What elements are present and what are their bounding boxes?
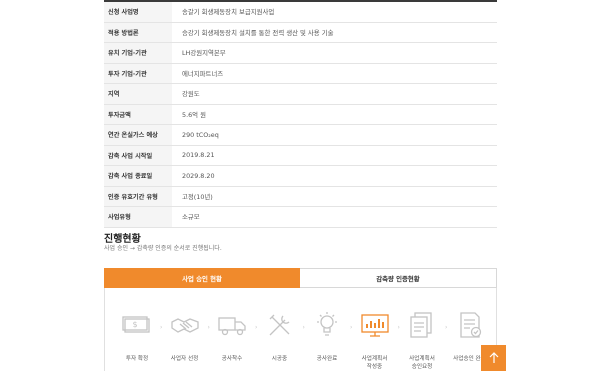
info-row-value: LH강원지역본부 bbox=[182, 49, 226, 58]
info-row-label: 감축 사업 종료일 bbox=[104, 166, 172, 186]
info-row-value: 고정(10년) bbox=[182, 192, 213, 201]
info-row-value: 승강기 회생제동장치 설치를 통한 전력 생산 및 사용 기술 bbox=[182, 28, 334, 37]
project-info-table: 신청 사업명 송갈기 회생제동장치 보급지원사업적용 방법론 승강기 회생제동장치 … bbox=[104, 0, 497, 228]
progress-step-label: 사업계획서 승인요청 bbox=[409, 356, 435, 370]
truck-icon bbox=[217, 310, 247, 344]
info-row: 적용 방법론 승강기 회생제동장치 설치를 통한 전력 생산 및 사용 기술 bbox=[104, 22, 497, 43]
progress-step-label: 사업계획서 작성중 bbox=[361, 356, 388, 370]
info-row-value: 2029.8.20 bbox=[182, 171, 215, 180]
progress-step: 공사착수 bbox=[212, 310, 252, 363]
progress-step-label: 공사완료 bbox=[316, 356, 338, 362]
tab-reduction-certification[interactable]: 감축량 인증현황 bbox=[300, 268, 497, 288]
info-row-label: 감축 사업 시작일 bbox=[104, 145, 172, 165]
document-check-icon bbox=[455, 310, 485, 344]
progress-step-label: 공사착수 bbox=[221, 356, 243, 362]
progress-step: 사업계획서 승인요청 bbox=[402, 310, 442, 371]
info-row: 신청 사업명 송갈기 회생제동장치 보급지원사업 bbox=[104, 2, 497, 23]
info-row-value: 송갈기 회생제동장치 보급지원사업 bbox=[182, 8, 275, 17]
step-arrow-icon: › bbox=[445, 324, 448, 331]
progress-step: 공사완료 bbox=[307, 310, 347, 363]
info-row: 투자금액 5.6억 원 bbox=[104, 104, 497, 125]
info-row: 감축 사업 시작일 2019.8.21 bbox=[104, 145, 497, 166]
info-row: 감축 사업 종료일 2029.8.20 bbox=[104, 166, 497, 187]
progress-step: $ 투자 확정 bbox=[117, 310, 157, 363]
info-row-label: 유치 기업·기관 bbox=[104, 43, 172, 63]
step-arrow-icon: › bbox=[397, 324, 400, 331]
step-arrow-icon: › bbox=[255, 324, 258, 331]
money-icon: $ bbox=[122, 310, 152, 344]
info-row-label: 적용 방법론 bbox=[104, 22, 172, 42]
handshake-icon bbox=[170, 310, 200, 344]
step-arrow-icon: › bbox=[350, 324, 353, 331]
info-row-label: 지역 bbox=[104, 84, 172, 104]
step-arrow-icon: › bbox=[207, 324, 210, 331]
progress-steps: $ 투자 확정 › 사업자 선정 › 공사착수 › 시공중 › 공사완료 › 사업계획서 작성중 › 사업… bbox=[104, 288, 497, 371]
progress-step-label: 시공중 bbox=[271, 356, 288, 362]
info-row-label: 신청 사업명 bbox=[104, 2, 172, 22]
monitor-chart-icon bbox=[360, 310, 390, 344]
info-row: 투자 기업·기관 에너지파트너즈 bbox=[104, 63, 497, 84]
info-row-value: 2019.8.21 bbox=[182, 151, 215, 160]
info-row: 연간 온실가스 예상 290 tCO₂eq bbox=[104, 125, 497, 146]
lightbulb-icon bbox=[312, 310, 342, 344]
info-row: 유치 기업·기관 LH강원지역본부 bbox=[104, 43, 497, 64]
info-row-label: 투자 기업·기관 bbox=[104, 63, 172, 83]
info-row: 인증 유효기간 유형 고정(10년) bbox=[104, 186, 497, 207]
info-row-value: 소규모 bbox=[182, 213, 200, 222]
info-row-label: 투자금액 bbox=[104, 104, 172, 124]
info-row-label: 연간 온실가스 예상 bbox=[104, 125, 172, 145]
step-arrow-icon: › bbox=[160, 324, 163, 331]
progress-step: 사업자 선정 bbox=[165, 310, 205, 363]
info-row-value: 5.6억 원 bbox=[182, 110, 206, 119]
tools-icon bbox=[265, 310, 295, 344]
scroll-top-button[interactable] bbox=[481, 345, 506, 371]
arrow-up-icon bbox=[489, 352, 498, 363]
progress-section-subtitle: 사업 승인 → 감축량 인증의 순서로 진행됩니다. bbox=[104, 245, 222, 252]
tab-business-approval[interactable]: 사업 승인 현황 bbox=[104, 268, 300, 288]
step-arrow-icon: › bbox=[302, 324, 305, 331]
progress-step: 사업계획서 작성중 bbox=[355, 310, 395, 371]
info-row-value: 에너지파트너즈 bbox=[182, 69, 224, 78]
progress-tabs: 사업 승인 현황 감축량 인증현황 bbox=[104, 268, 497, 288]
info-row-value: 강원도 bbox=[182, 90, 200, 99]
progress-step-label: 투자 확정 bbox=[125, 356, 149, 362]
documents-icon bbox=[407, 310, 437, 344]
info-row-label: 사업유형 bbox=[104, 207, 172, 227]
progress-step: 시공중 bbox=[260, 310, 300, 363]
info-row-value: 290 tCO₂eq bbox=[182, 130, 219, 139]
info-row: 지역 강원도 bbox=[104, 84, 497, 105]
progress-step-label: 사업자 선정 bbox=[170, 356, 199, 362]
info-row-label: 인증 유효기간 유형 bbox=[104, 186, 172, 206]
svg-text:$: $ bbox=[132, 320, 137, 329]
info-row: 사업유형 소규모 bbox=[104, 207, 497, 228]
